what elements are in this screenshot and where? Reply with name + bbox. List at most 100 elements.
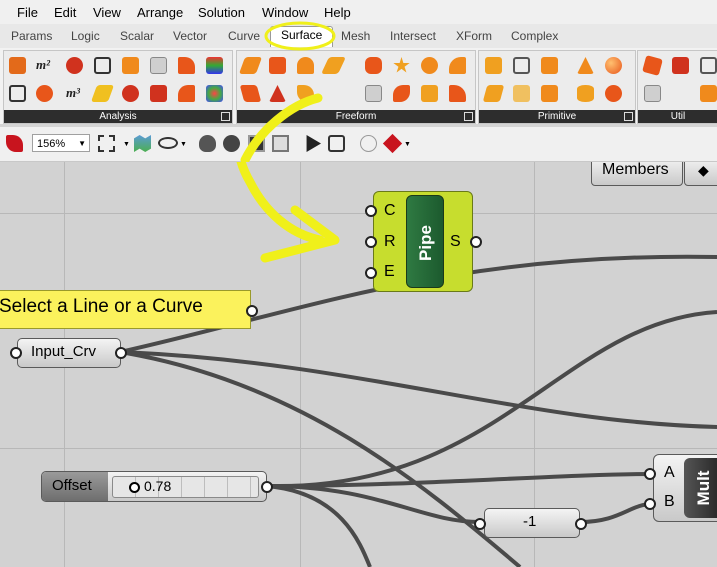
mult-component[interactable]: A B Mult xyxy=(653,454,717,522)
members-button[interactable]: Members xyxy=(591,162,683,186)
untrim-icon[interactable] xyxy=(644,85,661,102)
rail-revolution-icon[interactable] xyxy=(393,85,410,102)
tab-intersect[interactable]: Intersect xyxy=(390,29,436,43)
evaluate-surface-icon[interactable] xyxy=(150,85,167,102)
bounding-box-icon[interactable] xyxy=(9,85,26,102)
principal-curvature-icon[interactable] xyxy=(178,85,195,102)
menu-solution[interactable]: Solution xyxy=(198,5,245,20)
domain-box-icon[interactable] xyxy=(513,57,530,74)
offset-slider[interactable]: Offset 0.78 xyxy=(41,471,267,502)
mask-icon[interactable] xyxy=(223,135,240,152)
tab-mesh[interactable]: Mesh xyxy=(341,29,370,43)
ruled-surface-icon[interactable] xyxy=(321,57,346,74)
panel-expand-icon[interactable] xyxy=(624,112,633,121)
cone-icon[interactable] xyxy=(577,57,594,74)
menu-file[interactable]: File xyxy=(17,5,38,20)
extrude-icon[interactable] xyxy=(239,85,262,102)
offset-surface-icon[interactable] xyxy=(700,85,717,102)
volume-icon[interactable] xyxy=(36,85,53,102)
note-panel[interactable]: Select a Line or a Curve xyxy=(0,290,251,329)
zoom-dropdown[interactable]: 156% ▼ xyxy=(32,134,90,152)
mult-a-port[interactable] xyxy=(644,468,656,480)
surface-closest-icon[interactable] xyxy=(90,85,115,102)
slider-grip[interactable] xyxy=(129,482,140,493)
volume-m3-icon[interactable]: m³ xyxy=(66,85,86,102)
negative-one-param[interactable]: -1 xyxy=(484,508,580,538)
evaluate-box-icon[interactable] xyxy=(122,57,139,74)
members-arrow-button[interactable]: ◆ xyxy=(684,162,717,186)
input-crv-in-port[interactable] xyxy=(10,347,22,359)
curvature-icon[interactable] xyxy=(66,57,83,74)
box-icon[interactable] xyxy=(485,57,502,74)
box-2pt-icon[interactable] xyxy=(541,85,558,102)
lock-icon[interactable] xyxy=(328,135,345,152)
tab-complex[interactable]: Complex xyxy=(511,29,558,43)
chevron-down-icon[interactable]: ▼ xyxy=(404,141,411,148)
menu-edit[interactable]: Edit xyxy=(54,5,76,20)
box-corners-icon[interactable] xyxy=(94,57,111,74)
zoom-extents-icon[interactable] xyxy=(98,135,115,152)
revolution-icon[interactable] xyxy=(365,85,382,102)
slider-track[interactable]: 0.78 xyxy=(112,476,259,498)
tab-logic[interactable]: Logic xyxy=(71,29,100,43)
surface-curvature-icon[interactable] xyxy=(206,57,223,74)
menu-window[interactable]: Window xyxy=(262,5,308,20)
named-views-icon[interactable] xyxy=(134,135,151,152)
panel-expand-icon[interactable] xyxy=(221,112,230,121)
input-crv-out-port[interactable] xyxy=(115,347,127,359)
box-rectangle-icon[interactable] xyxy=(541,57,558,74)
network-surface-icon[interactable] xyxy=(297,57,314,74)
bounding-box-primitive-icon[interactable] xyxy=(513,85,530,102)
mult-b-port[interactable] xyxy=(644,498,656,510)
area-icon[interactable]: m² xyxy=(36,57,56,74)
plane-surface-icon[interactable] xyxy=(482,85,505,102)
boundary-surfaces-icon[interactable] xyxy=(421,85,438,102)
sweep1-icon[interactable] xyxy=(365,57,382,74)
profile-head-icon[interactable] xyxy=(199,135,216,152)
cap-holes-icon[interactable] xyxy=(642,55,663,76)
menu-help[interactable]: Help xyxy=(324,5,351,20)
brep-closest-icon[interactable] xyxy=(122,85,139,102)
note-output-port[interactable] xyxy=(246,305,258,317)
tab-curve[interactable]: Curve xyxy=(228,29,260,43)
pipe-r-port[interactable] xyxy=(365,236,377,248)
menu-view[interactable]: View xyxy=(93,5,121,20)
pipe-icon[interactable] xyxy=(297,85,314,102)
sketch-pen-icon[interactable] xyxy=(6,135,23,152)
preview-wire-icon[interactable] xyxy=(272,135,289,152)
chevron-down-icon[interactable]: ▼ xyxy=(180,141,187,148)
pipe-component[interactable]: C R E Pipe S xyxy=(373,191,473,292)
four-point-surface-icon[interactable] xyxy=(238,57,263,74)
loft-icon[interactable] xyxy=(269,57,286,74)
preview-shaded-icon[interactable] xyxy=(248,135,265,152)
brep-join-icon[interactable] xyxy=(672,57,689,74)
input-crv-param[interactable]: Input_Crv xyxy=(17,338,121,368)
tab-xform[interactable]: XForm xyxy=(456,29,492,43)
patch-icon[interactable] xyxy=(393,57,410,73)
menu-arrange[interactable]: Arrange xyxy=(137,5,183,20)
solve-play-icon[interactable] xyxy=(306,135,321,152)
tab-scalar[interactable]: Scalar xyxy=(120,29,154,43)
sphere-icon[interactable] xyxy=(605,57,622,74)
copy-trim-icon[interactable] xyxy=(700,57,717,74)
surface-points-icon[interactable] xyxy=(206,85,223,102)
bake-egg-icon[interactable] xyxy=(360,135,377,152)
chevron-down-icon[interactable]: ▼ xyxy=(123,141,130,148)
extrude-point-icon[interactable] xyxy=(269,85,286,102)
tab-surface[interactable]: Surface xyxy=(270,26,334,47)
brep-edges-icon[interactable] xyxy=(178,57,195,74)
grasshopper-canvas[interactable]: Members ◆ C R E Pipe S Select a Line or … xyxy=(0,162,717,567)
tab-params[interactable]: Params xyxy=(11,29,52,43)
neg-one-out-port[interactable] xyxy=(575,518,587,530)
neg-one-in-port[interactable] xyxy=(474,518,486,530)
tab-vector[interactable]: Vector xyxy=(173,29,207,43)
sphere-4pt-icon[interactable] xyxy=(605,85,622,102)
cylinder-icon[interactable] xyxy=(577,85,594,102)
fragment-patch-icon[interactable] xyxy=(421,57,438,74)
slider-out-port[interactable] xyxy=(261,481,273,493)
preview-eye-icon[interactable] xyxy=(158,137,178,149)
pipe-s-port[interactable] xyxy=(470,236,482,248)
gem-icon[interactable] xyxy=(382,133,403,154)
dimensions-icon[interactable] xyxy=(150,57,167,74)
pipe-c-port[interactable] xyxy=(365,205,377,217)
